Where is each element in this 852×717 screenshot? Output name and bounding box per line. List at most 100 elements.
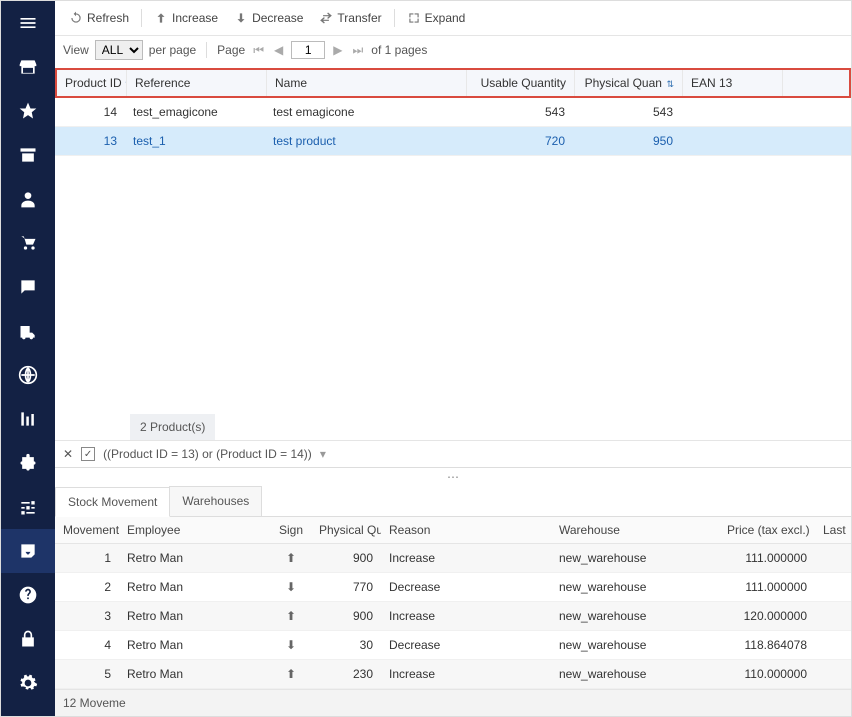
- cell-sign-up-icon: ⬆: [271, 544, 311, 572]
- cell-qty: 900: [311, 544, 381, 572]
- refresh-icon: [69, 11, 83, 25]
- movements-count: 12 Moveme: [55, 689, 851, 716]
- splitter-handle[interactable]: ⋯: [55, 468, 851, 486]
- next-page-button[interactable]: ▶: [331, 43, 344, 57]
- sidebar-sliders[interactable]: [1, 485, 55, 529]
- col-last[interactable]: Last: [815, 517, 851, 543]
- sidebar-globe[interactable]: [1, 353, 55, 397]
- product-row[interactable]: 14test_emagiconetest emagicone543543: [55, 98, 851, 127]
- cell-last: [815, 544, 851, 572]
- refresh-label: Refresh: [87, 11, 129, 25]
- cell-warehouse: new_warehouse: [551, 544, 719, 572]
- first-page-button[interactable]: ⏮: [251, 43, 266, 58]
- per-page-select[interactable]: ALL: [95, 40, 143, 60]
- expand-button[interactable]: Expand: [401, 7, 472, 29]
- expand-icon: [407, 11, 421, 25]
- col-price[interactable]: Price (tax excl.): [719, 517, 815, 543]
- col-ean[interactable]: EAN 13: [683, 70, 783, 96]
- cell-reason: Decrease: [381, 631, 551, 659]
- view-label: View: [63, 43, 89, 57]
- movement-row[interactable]: 4Retro Man⬇30Decreasenew_warehouse118.86…: [55, 631, 851, 660]
- cell-sign-up-icon: ⬆: [271, 602, 311, 630]
- col-movement-id[interactable]: Movement I: [55, 517, 119, 543]
- filter-close-button[interactable]: ✕: [63, 447, 73, 461]
- filter-dropdown-icon[interactable]: ▾: [320, 447, 326, 461]
- sidebar-puzzle[interactable]: [1, 441, 55, 485]
- cell-last: [815, 602, 851, 630]
- product-row[interactable]: 13test_1test product720950: [55, 127, 851, 156]
- cell-ref: test_1: [125, 127, 265, 155]
- cell-ref: test_emagicone: [125, 98, 265, 126]
- prev-page-button[interactable]: ◀: [272, 43, 285, 57]
- refresh-button[interactable]: Refresh: [63, 7, 135, 29]
- sort-icon: ⇅: [664, 79, 674, 89]
- sidebar-archive[interactable]: [1, 133, 55, 177]
- sidebar-store[interactable]: [1, 45, 55, 89]
- col-sign[interactable]: Sign: [271, 517, 311, 543]
- transfer-label: Transfer: [337, 11, 381, 25]
- tab-stock-movement[interactable]: Stock Movement: [55, 487, 170, 517]
- col-physical-qty[interactable]: Physical Quan ⇅: [575, 70, 683, 96]
- cell-qty: 30: [311, 631, 381, 659]
- sidebar-chart[interactable]: [1, 397, 55, 441]
- col-product-id[interactable]: Product ID▼: [57, 70, 127, 96]
- cell-warehouse: new_warehouse: [551, 631, 719, 659]
- decrease-button[interactable]: Decrease: [228, 7, 309, 29]
- cell-price: 111.000000: [719, 573, 815, 601]
- sidebar-menu[interactable]: [1, 1, 55, 45]
- cell-last: [815, 573, 851, 601]
- sidebar-gear[interactable]: [1, 661, 55, 705]
- filter-bar: ✕ ✓ ((Product ID = 13) or (Product ID = …: [55, 440, 851, 467]
- tab-warehouses[interactable]: Warehouses: [169, 486, 262, 516]
- sidebar-star[interactable]: [1, 89, 55, 133]
- col-warehouse[interactable]: Warehouse: [551, 517, 719, 543]
- last-page-button[interactable]: ⏭: [350, 43, 365, 58]
- cell-id: 14: [55, 98, 125, 126]
- transfer-button[interactable]: Transfer: [313, 7, 387, 29]
- cell-mov-id: 5: [55, 660, 119, 688]
- movement-row[interactable]: 3Retro Man⬆900Increasenew_warehouse120.0…: [55, 602, 851, 631]
- page-input[interactable]: [291, 41, 325, 59]
- movements-body: 1Retro Man⬆900Increasenew_warehouse111.0…: [55, 544, 851, 689]
- cell-last: [815, 631, 851, 659]
- movement-row[interactable]: 1Retro Man⬆900Increasenew_warehouse111.0…: [55, 544, 851, 573]
- toolbar: Refresh Increase Decrease Transfer Expan…: [55, 1, 851, 36]
- col-name[interactable]: Name: [267, 70, 467, 96]
- sidebar: [1, 1, 55, 716]
- cell-name: test product: [265, 127, 465, 155]
- cell-qty: 230: [311, 660, 381, 688]
- movement-row[interactable]: 2Retro Man⬇770Decreasenew_warehouse111.0…: [55, 573, 851, 602]
- cell-ean: [681, 127, 781, 155]
- col-employee[interactable]: Employee: [119, 517, 271, 543]
- sidebar-inbox[interactable]: [1, 529, 55, 573]
- expand-label: Expand: [425, 11, 466, 25]
- user-icon: [18, 189, 38, 209]
- cell-warehouse: new_warehouse: [551, 660, 719, 688]
- store-icon: [18, 57, 38, 77]
- sidebar-help[interactable]: [1, 573, 55, 617]
- sliders-icon: [18, 497, 38, 517]
- truck-icon: [18, 321, 38, 341]
- pager: View ALL per page Page ⏮ ◀ ▶ ⏭ of 1 page…: [55, 36, 851, 68]
- col-reference[interactable]: Reference: [127, 70, 267, 96]
- cell-employee: Retro Man: [119, 544, 271, 572]
- decrease-label: Decrease: [252, 11, 303, 25]
- gear-icon: [18, 673, 38, 693]
- col-usable-qty[interactable]: Usable Quantity: [467, 70, 575, 96]
- increase-button[interactable]: Increase: [148, 7, 224, 29]
- sidebar-truck[interactable]: [1, 309, 55, 353]
- col-qty[interactable]: Physical Qu: [311, 517, 381, 543]
- cell-mov-id: 3: [55, 602, 119, 630]
- sidebar-chat[interactable]: [1, 265, 55, 309]
- per-page-label: per page: [149, 43, 196, 57]
- cell-warehouse: new_warehouse: [551, 602, 719, 630]
- sidebar-lock[interactable]: [1, 617, 55, 661]
- puzzle-icon: [18, 453, 38, 473]
- cell-physical-qty: 950: [573, 127, 681, 155]
- col-reason[interactable]: Reason: [381, 517, 551, 543]
- filter-enable-checkbox[interactable]: ✓: [81, 447, 95, 461]
- sidebar-user[interactable]: [1, 177, 55, 221]
- sidebar-cart[interactable]: [1, 221, 55, 265]
- movement-row[interactable]: 5Retro Man⬆230Increasenew_warehouse110.0…: [55, 660, 851, 689]
- grid-header: Product ID▼ Reference Name Usable Quanti…: [55, 68, 851, 98]
